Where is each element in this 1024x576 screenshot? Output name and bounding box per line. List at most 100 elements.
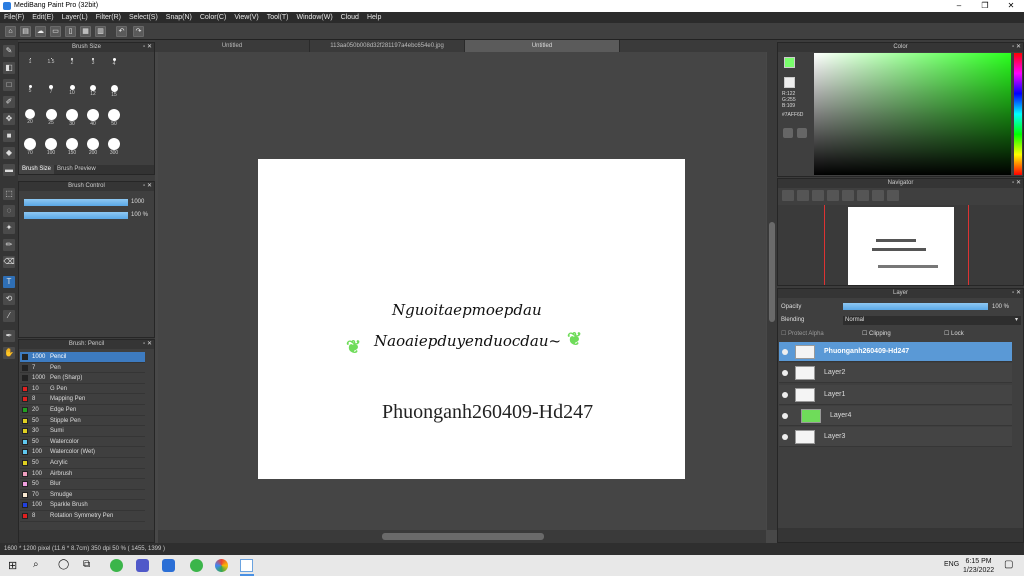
layer-row[interactable]: Layer3 <box>779 427 1012 448</box>
menu-cloud[interactable]: Cloud <box>337 12 363 23</box>
palette-icon[interactable] <box>783 128 793 138</box>
flip-icon[interactable] <box>887 190 899 201</box>
page-icon[interactable]: ▯ <box>65 26 76 37</box>
layer-opacity-slider[interactable] <box>843 303 988 310</box>
brush-tool-icon[interactable]: ✐ <box>3 96 15 108</box>
brush-list-item[interactable]: 8 Rotation Symmetry Pen <box>20 511 145 522</box>
zoom-in-icon[interactable] <box>797 190 809 201</box>
size-100[interactable]: 100 <box>41 138 61 156</box>
teams-icon[interactable] <box>136 559 149 572</box>
brush-list-item[interactable]: 1000 Pencil <box>20 352 145 363</box>
size-10[interactable]: 10 <box>62 85 82 96</box>
task-view-icon[interactable]: ⧉ <box>83 559 96 572</box>
tab-brush-preview[interactable]: Brush Preview <box>54 165 99 174</box>
blending-select[interactable]: Normal ▾ <box>843 316 1021 325</box>
tab-brush-size[interactable]: Brush Size <box>19 165 55 174</box>
pen-tool-icon[interactable]: ✎ <box>3 45 15 57</box>
close-button[interactable]: ✕ <box>998 0 1024 12</box>
shape-tool-icon[interactable]: □ <box>3 79 15 91</box>
size-5[interactable]: 5 <box>20 85 40 94</box>
cortana-icon[interactable]: ◯ <box>58 559 71 572</box>
visibility-eye-icon[interactable] <box>782 412 788 419</box>
size-1[interactable]: 1 <box>20 58 40 65</box>
language-indicator[interactable]: ENG <box>944 561 959 568</box>
clock[interactable]: 6:15 PM 1/23/2022 <box>963 557 994 575</box>
size-30[interactable]: 30 <box>62 109 82 127</box>
move-tool-icon[interactable]: ✥ <box>3 113 15 125</box>
panel-close-icon[interactable]: ▫ ✕ <box>1012 289 1021 298</box>
tab-untitled-1[interactable]: Untitled <box>155 40 310 52</box>
home-icon[interactable]: ⌂ <box>5 26 16 37</box>
fit-icon[interactable] <box>812 190 824 201</box>
layer-row[interactable]: Layer4 <box>779 405 1012 426</box>
vertical-scroll-thumb[interactable] <box>769 222 775 322</box>
brush-list-item[interactable]: 100 Sparkle Brush <box>20 500 145 511</box>
select-tool-icon[interactable]: ⬚ <box>3 188 15 200</box>
horizontal-scroll-thumb[interactable] <box>382 533 544 540</box>
size-50[interactable]: 50 <box>104 109 124 127</box>
palette-2-icon[interactable] <box>797 128 807 138</box>
size-25[interactable]: 25 <box>41 109 61 126</box>
menu-filter[interactable]: Filter(R) <box>92 12 125 23</box>
protect-alpha-checkbox[interactable]: ☐ Protect Alpha <box>781 330 824 337</box>
lasso-tool-icon[interactable]: ◌ <box>3 205 15 217</box>
size-4[interactable]: 4 <box>104 58 124 67</box>
size-150[interactable]: 150 <box>62 138 82 156</box>
layer-row[interactable]: Layer2 <box>779 363 1012 384</box>
size-12[interactable]: 12 <box>83 85 103 97</box>
panel-close-icon[interactable]: ▫ ✕ <box>143 43 152 52</box>
brush-list-item[interactable]: 8 Mapping Pen <box>20 394 145 405</box>
app-icon-green[interactable] <box>110 559 123 572</box>
select-pen-icon[interactable]: ✏ <box>3 239 15 251</box>
visibility-eye-icon[interactable] <box>782 370 788 377</box>
visibility-eye-icon[interactable] <box>782 349 788 355</box>
panel-close-icon[interactable]: ▫ ✕ <box>1012 179 1021 188</box>
lock-checkbox[interactable]: ☐ Lock <box>944 330 964 337</box>
menu-tool[interactable]: Tool(T) <box>263 12 293 23</box>
visibility-eye-icon[interactable] <box>782 391 788 398</box>
save-icon[interactable]: ▤ <box>20 26 31 37</box>
horizontal-scrollbar[interactable] <box>158 530 766 543</box>
brush-list-item[interactable]: 70 Smudge <box>20 490 145 501</box>
tab-untitled-2[interactable]: Untitled <box>465 40 620 52</box>
foreground-color-swatch[interactable] <box>784 57 795 68</box>
size-7[interactable]: 7 <box>41 85 61 95</box>
brush-list-item[interactable]: 30 Sumi <box>20 426 145 437</box>
brush-list-item[interactable]: 50 Acrylic <box>20 458 145 469</box>
undo-icon[interactable]: ↶ <box>116 26 127 37</box>
app-icon-green-2[interactable] <box>190 559 203 572</box>
size-300[interactable]: 300 <box>104 138 124 156</box>
menu-snap[interactable]: Snap(N) <box>162 12 196 23</box>
zoom-out-icon[interactable] <box>827 190 839 201</box>
menu-window[interactable]: Window(W) <box>292 12 336 23</box>
document-icon[interactable]: ▭ <box>50 26 61 37</box>
brush-opacity-slider[interactable] <box>24 212 128 219</box>
brush-list-item[interactable]: 20 Edge Pen <box>20 405 145 416</box>
size-1-5[interactable]: 1.5 <box>41 58 61 65</box>
size-2[interactable]: 2 <box>62 58 82 66</box>
navigator-preview[interactable] <box>778 205 1023 285</box>
brush-list-item[interactable]: 10 G Pen <box>20 384 145 395</box>
notification-icon[interactable]: ▢ <box>1004 559 1017 572</box>
brush-list-item[interactable]: 100 Airbrush <box>20 469 145 480</box>
notepad-icon[interactable] <box>240 559 253 572</box>
background-color-swatch[interactable] <box>784 77 795 88</box>
tab-image-file[interactable]: 113aa050b008d32f281197a4ebc654e0.jpg <box>310 40 465 52</box>
maximize-button[interactable]: ❐ <box>972 0 998 12</box>
brush-list-item[interactable]: 50 Watercolor <box>20 437 145 448</box>
size-3[interactable]: 3 <box>83 58 103 66</box>
cloud-icon[interactable]: ☁ <box>35 26 46 37</box>
size-20[interactable]: 20 <box>20 109 40 125</box>
brush-list-item[interactable]: 1000 Pen (Sharp) <box>20 373 145 384</box>
menu-file[interactable]: File(F) <box>0 12 28 23</box>
magic-wand-icon[interactable]: ✦ <box>3 222 15 234</box>
rotate-left-icon[interactable] <box>842 190 854 201</box>
size-15[interactable]: 15 <box>104 85 124 98</box>
bucket-tool-icon[interactable]: ◆ <box>3 147 15 159</box>
search-icon[interactable]: ⌕ <box>33 559 46 572</box>
menu-layer[interactable]: Layer(L) <box>58 12 92 23</box>
panel-close-icon[interactable]: ▫ ✕ <box>1012 43 1021 52</box>
layer-row[interactable]: Layer1 <box>779 384 1012 405</box>
clipping-checkbox[interactable]: ☐ Clipping <box>862 330 891 337</box>
menu-edit[interactable]: Edit(E) <box>28 12 57 23</box>
